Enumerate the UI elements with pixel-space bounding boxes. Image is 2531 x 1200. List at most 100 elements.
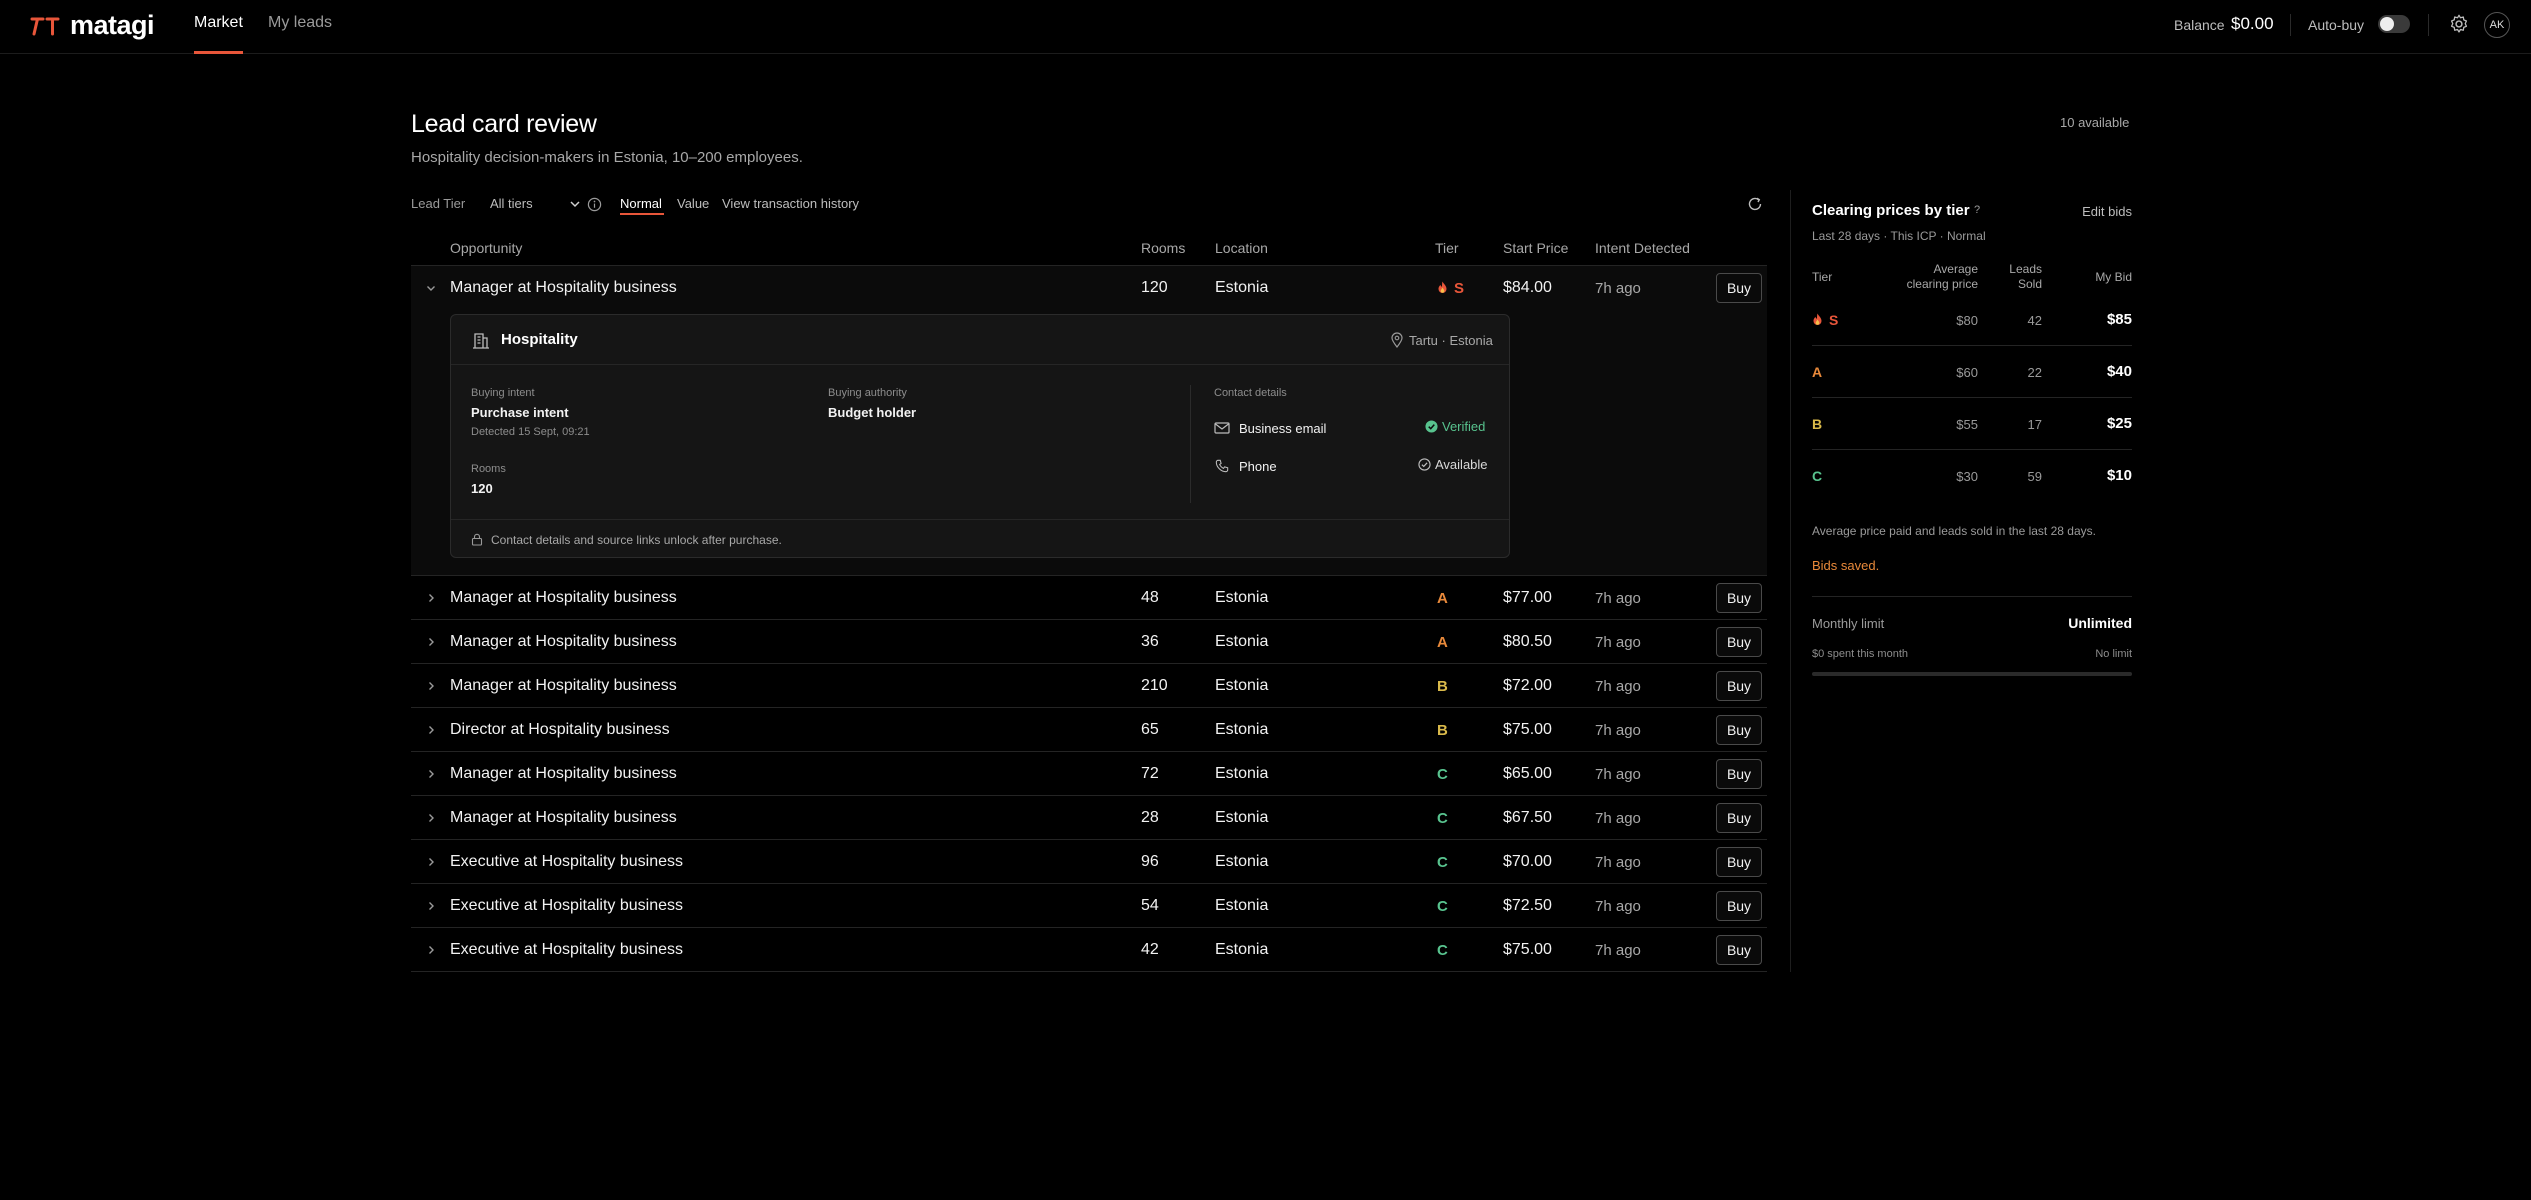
table-row[interactable]: Executive at Hospitality business 42 Est… [411,928,1767,972]
col-avg-line1: Average [1933,262,1978,276]
col-rooms: Rooms [1141,240,1186,256]
row-tier: C [1437,766,1448,783]
logo[interactable]: matagi [30,10,155,41]
no-limit-label: No limit [2095,648,2132,660]
table-row[interactable]: Manager at Hospitality business 28 Eston… [411,796,1767,840]
table-row[interactable]: Executive at Hospitality business 96 Est… [411,840,1767,884]
chevron-right-icon[interactable] [425,944,437,956]
my-bid[interactable]: $25 [2107,415,2132,432]
row-title: Executive at Hospitality business [450,941,683,958]
chevron-right-icon[interactable] [425,856,437,868]
row-rooms: 96 [1141,853,1159,870]
lead-tier-label: Lead Tier [411,196,466,211]
email-status: Verified [1425,419,1485,434]
chevron-right-icon[interactable] [425,768,437,780]
transaction-history-link[interactable]: View transaction history [722,196,859,211]
buy-button[interactable]: Buy [1716,671,1762,701]
buy-button[interactable]: Buy [1716,803,1762,833]
avg-clearing-price: $30 [1956,469,1978,484]
chevron-down-icon[interactable] [425,282,437,294]
monthly-limit-label: Monthly limit [1812,616,1885,631]
avg-clearing-price: $80 [1956,313,1978,328]
buy-button[interactable]: Buy [1716,891,1762,921]
panel-title: Clearing prices by tier [1812,202,1970,219]
table-row[interactable]: Manager at Hospitality business 48 Eston… [411,576,1767,620]
row-title: Manager at Hospitality business [450,809,677,826]
autobuy-toggle[interactable] [2378,15,2410,33]
buying-authority-value: Budget holder [828,405,917,420]
table-row[interactable]: Manager at Hospitality business 210 Esto… [411,664,1767,708]
avatar[interactable]: AK [2484,12,2510,38]
row-location: Estonia [1215,589,1269,606]
row-location: Estonia [1215,721,1269,738]
row-tier: A [1437,634,1448,651]
table-row[interactable]: Manager at Hospitality business 72 Eston… [411,752,1767,796]
row-price: $65.00 [1503,765,1552,782]
tier-label: S [1812,312,1838,328]
chevron-right-icon[interactable] [425,812,437,824]
tier-select[interactable]: All tiers [490,196,580,211]
chevron-right-icon[interactable] [425,900,437,912]
flame-icon [1438,281,1447,293]
table-row[interactable]: Executive at Hospitality business 54 Est… [411,884,1767,928]
row-intent: 7h ago [1595,678,1641,695]
buy-button[interactable]: Buy [1716,583,1762,613]
phone-icon [1215,459,1229,473]
row-location: Estonia [1215,677,1269,694]
info-icon[interactable] [587,197,602,212]
tier-price-row: B $55 17 $25 [1812,398,2132,450]
row-location: Estonia [1215,765,1269,782]
spent-this-month: $0 spent this month [1812,648,1909,660]
phone-label: Phone [1239,459,1277,474]
rooms-label: Rooms [471,463,506,475]
available-count: 10 available [2060,115,2130,130]
row-title: Executive at Hospitality business [450,897,683,914]
table-row[interactable]: Director at Hospitality business 65 Esto… [411,708,1767,752]
check-circle-icon [1425,420,1438,433]
row-rooms: 36 [1141,633,1159,650]
gear-icon[interactable] [2448,13,2470,35]
row-rooms: 48 [1141,589,1159,606]
buy-button[interactable]: Buy [1716,715,1762,745]
buy-button[interactable]: Buy [1716,759,1762,789]
buy-button[interactable]: Buy [1716,273,1762,303]
tab-my-leads[interactable]: My leads [268,14,332,32]
edit-bids-button[interactable]: Edit bids [2082,204,2132,219]
tier-price-row: S $80 42 $85 [1812,294,2132,346]
chevron-right-icon[interactable] [425,724,437,736]
tab-market[interactable]: Market [194,14,243,32]
chevron-right-icon[interactable] [425,680,437,692]
mode-value[interactable]: Value [677,196,709,211]
buy-button[interactable]: Buy [1716,847,1762,877]
col-sold-line2: Sold [2017,277,2042,291]
divider [2428,14,2429,36]
row-title: Executive at Hospitality business [450,853,683,870]
buy-button[interactable]: Buy [1716,627,1762,657]
row-rooms: 42 [1141,941,1159,958]
chevron-right-icon[interactable] [425,592,437,604]
col-opportunity: Opportunity [450,240,523,256]
phone-status: Available [1418,457,1488,472]
active-tab-indicator [194,51,243,54]
divider [1812,596,2132,597]
my-bid[interactable]: $40 [2107,363,2132,380]
help-icon[interactable]: ? [1974,204,1980,216]
my-bid[interactable]: $85 [2107,311,2132,328]
mode-normal[interactable]: Normal [620,196,662,211]
col-sold-line1: Leads [2009,262,2042,276]
table-row[interactable]: Manager at Hospitality business 36 Eston… [411,620,1767,664]
mail-icon [1214,422,1230,434]
buy-button[interactable]: Buy [1716,935,1762,965]
my-bid[interactable]: $10 [2107,467,2132,484]
tier-price-row: A $60 22 $40 [1812,346,2132,398]
chevron-right-icon[interactable] [425,636,437,648]
bids-saved-status: Bids saved. [1812,558,1880,573]
row-price: $72.00 [1503,677,1552,694]
buying-intent-label: Buying intent [471,387,535,399]
refresh-icon[interactable] [1747,196,1763,212]
row-rooms: 54 [1141,897,1159,914]
rooms-value: 120 [471,481,493,496]
row-rooms: 120 [1141,279,1168,296]
row-rooms: 28 [1141,809,1159,826]
table-row[interactable]: Manager at Hospitality business 120 Esto… [411,266,1767,576]
